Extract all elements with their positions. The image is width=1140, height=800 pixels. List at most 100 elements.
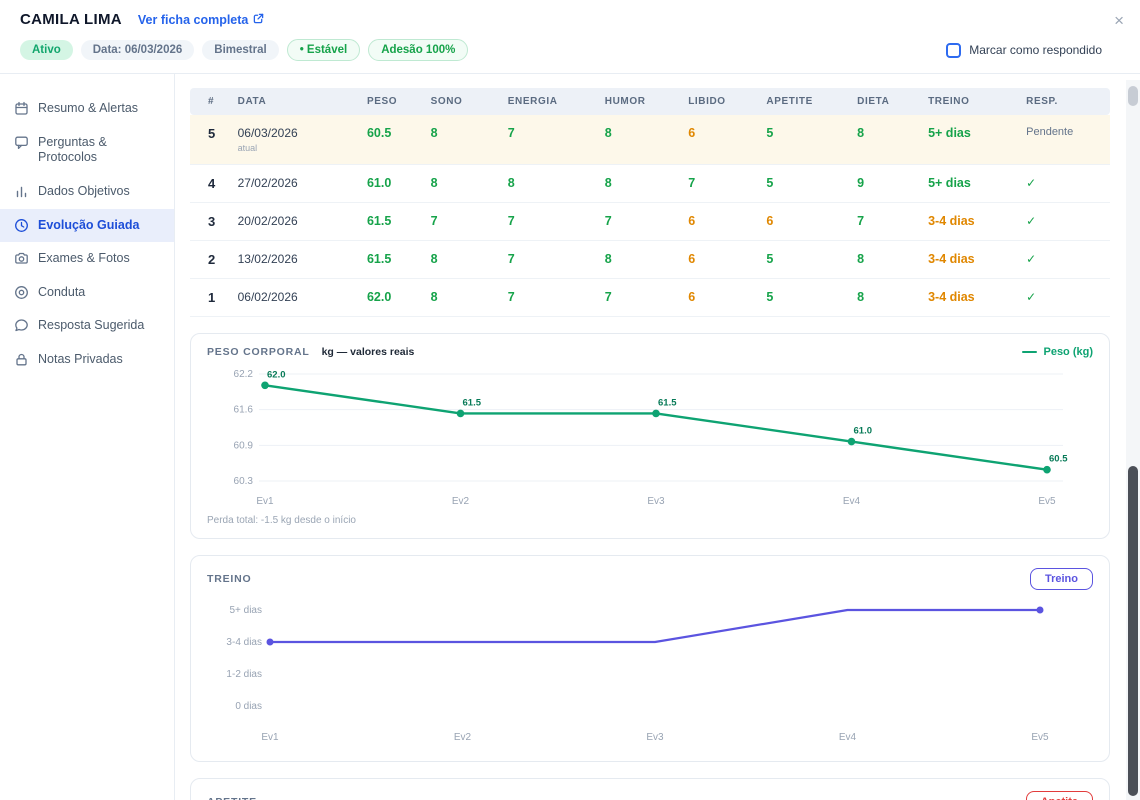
- cell-treino: 5+ dias: [920, 115, 1018, 165]
- sidebar-item-exames-fotos[interactable]: Exames & Fotos: [0, 242, 174, 276]
- cell-dieta: 8: [849, 241, 920, 279]
- svg-text:Ev5: Ev5: [1031, 732, 1049, 743]
- header: CAMILA LIMA Ver ficha completa × AtivoDa…: [0, 0, 1140, 74]
- sidebar-item-resposta-sugerida[interactable]: Resposta Sugerida: [0, 309, 174, 343]
- treino-panel-head: TREINO Treino: [207, 568, 1093, 590]
- cell-peso: 60.5: [359, 115, 423, 165]
- evolution-row-5[interactable]: 506/03/2026atual60.58786585+ diasPendent…: [190, 115, 1110, 165]
- full-record-link[interactable]: Ver ficha completa: [138, 13, 264, 27]
- cell-humor: 7: [597, 203, 680, 241]
- speech-icon: [14, 318, 29, 333]
- sidebar-item-label: Perguntas & Protocolos: [38, 135, 160, 166]
- sidebar-item-label: Resposta Sugerida: [38, 318, 144, 334]
- badge-row: AtivoData: 06/03/2026Bimestral• EstávelA…: [20, 39, 1120, 61]
- row-date: 27/02/2026: [230, 165, 359, 203]
- cell-apetite: 5: [758, 115, 849, 165]
- apetite-filter-button[interactable]: Apetite: [1026, 791, 1093, 800]
- sidebar-item-conduta[interactable]: Conduta: [0, 276, 174, 310]
- badge-bimestral: Bimestral: [202, 40, 278, 60]
- bar-chart-icon: [14, 184, 29, 199]
- badge-data-06-03-2026: Data: 06/03/2026: [81, 40, 195, 60]
- body: Resumo & Alertas Perguntas & Protocolos Da…: [0, 74, 1140, 800]
- treino-panel-title: TREINO: [207, 573, 251, 585]
- cell-apetite: 5: [758, 241, 849, 279]
- table-header-row: #DATAPESOSONOENERGIAHUMORLIBIDOAPETITEDI…: [190, 88, 1110, 115]
- svg-text:0 dias: 0 dias: [235, 701, 262, 712]
- row-number: 4: [190, 165, 230, 203]
- vertical-scrollbar[interactable]: [1126, 80, 1140, 800]
- row-date: 06/03/2026atual: [230, 115, 359, 165]
- row-number: 3: [190, 203, 230, 241]
- apetite-panel-title: APETITE: [207, 796, 257, 800]
- scrollbar-thumb[interactable]: [1128, 466, 1138, 796]
- cell-humor: 8: [597, 115, 680, 165]
- column-header-treino: TREINO: [920, 88, 1018, 115]
- cell-libido: 6: [680, 241, 758, 279]
- row-date: 06/02/2026: [230, 279, 359, 317]
- svg-text:60.5: 60.5: [1049, 454, 1068, 465]
- legend-line-swatch: [1022, 351, 1037, 353]
- column-header-dieta: DIETA: [849, 88, 920, 115]
- sidebar-item-notas-privadas[interactable]: Notas Privadas: [0, 343, 174, 377]
- svg-text:1-2 dias: 1-2 dias: [226, 669, 262, 680]
- evolution-row-1[interactable]: 106/02/202662.08776583-4 dias✓: [190, 279, 1110, 317]
- sidebar-item-label: Notas Privadas: [38, 352, 123, 368]
- row-date: 13/02/2026: [230, 241, 359, 279]
- page-title: CAMILA LIMA: [20, 11, 122, 28]
- peso-chart: 62.261.660.960.362.0Ev161.5Ev261.5Ev361.…: [207, 358, 1093, 510]
- resp-check-icon: ✓: [1018, 279, 1110, 317]
- cell-dieta: 9: [849, 165, 920, 203]
- resp-check-icon: ✓: [1018, 203, 1110, 241]
- svg-text:3-4 dias: 3-4 dias: [226, 637, 262, 648]
- cell-sono: 8: [423, 165, 500, 203]
- treino-chart: 5+ dias3-4 dias1-2 dias0 diasEv1Ev2Ev3Ev…: [207, 590, 1093, 748]
- svg-text:Ev5: Ev5: [1038, 496, 1056, 507]
- sidebar-item-perguntas-protocolos[interactable]: Perguntas & Protocolos: [0, 126, 174, 175]
- cell-treino: 3-4 dias: [920, 279, 1018, 317]
- cell-apetite: 6: [758, 203, 849, 241]
- cell-libido: 7: [680, 165, 758, 203]
- svg-text:Ev3: Ev3: [646, 732, 664, 743]
- close-button[interactable]: ×: [1114, 12, 1124, 29]
- date-sub-label: atual: [238, 143, 351, 153]
- peso-panel-subtitle: kg — valores reais: [322, 346, 415, 358]
- row-number: 1: [190, 279, 230, 317]
- evolution-row-4[interactable]: 427/02/202661.08887595+ dias✓: [190, 165, 1110, 203]
- cell-energia: 7: [500, 279, 597, 317]
- sidebar-item-evolu-o-guiada[interactable]: Evolução Guiada: [0, 209, 174, 243]
- sidebar-item-resumo-alertas[interactable]: Resumo & Alertas: [0, 92, 174, 126]
- svg-text:Ev1: Ev1: [256, 496, 274, 507]
- column-header-energia: ENERGIA: [500, 88, 597, 115]
- mark-responded-checkbox[interactable]: [946, 43, 961, 58]
- cell-apetite: 5: [758, 165, 849, 203]
- sidebar-item-dados-objetivos[interactable]: Dados Objetivos: [0, 175, 174, 209]
- patient-evolution-panel: CAMILA LIMA Ver ficha completa × AtivoDa…: [0, 0, 1140, 800]
- status-badges: AtivoData: 06/03/2026Bimestral• EstávelA…: [20, 39, 946, 61]
- cell-humor: 7: [597, 279, 680, 317]
- apetite-panel-head: APETITE Apetite: [207, 791, 1093, 800]
- title-row: CAMILA LIMA Ver ficha completa ×: [20, 11, 1120, 28]
- svg-text:62.2: 62.2: [234, 369, 254, 380]
- treino-filter-button[interactable]: Treino: [1030, 568, 1093, 590]
- cell-energia: 7: [500, 203, 597, 241]
- column-header-sono: SONO: [423, 88, 500, 115]
- svg-text:Ev2: Ev2: [454, 732, 472, 743]
- mark-responded-label: Marcar como respondido: [969, 43, 1102, 57]
- sidebar-item-label: Evolução Guiada: [38, 218, 139, 234]
- scrollbar-thumb-top[interactable]: [1128, 86, 1138, 106]
- mark-responded[interactable]: Marcar como respondido: [946, 43, 1102, 58]
- cell-dieta: 8: [849, 115, 920, 165]
- cell-sono: 8: [423, 279, 500, 317]
- evolution-row-3[interactable]: 320/02/202661.57776673-4 dias✓: [190, 203, 1110, 241]
- cell-libido: 6: [680, 279, 758, 317]
- svg-text:Ev2: Ev2: [452, 496, 470, 507]
- svg-text:62.0: 62.0: [267, 369, 286, 380]
- cell-treino: 5+ dias: [920, 165, 1018, 203]
- cell-libido: 6: [680, 203, 758, 241]
- svg-text:Ev4: Ev4: [843, 496, 861, 507]
- peso-panel-head: PESO CORPORAL kg — valores reais Peso (k…: [207, 346, 1093, 358]
- evolution-row-2[interactable]: 213/02/202661.58786583-4 dias✓: [190, 241, 1110, 279]
- svg-text:Ev3: Ev3: [647, 496, 665, 507]
- cell-energia: 7: [500, 241, 597, 279]
- cell-sono: 8: [423, 115, 500, 165]
